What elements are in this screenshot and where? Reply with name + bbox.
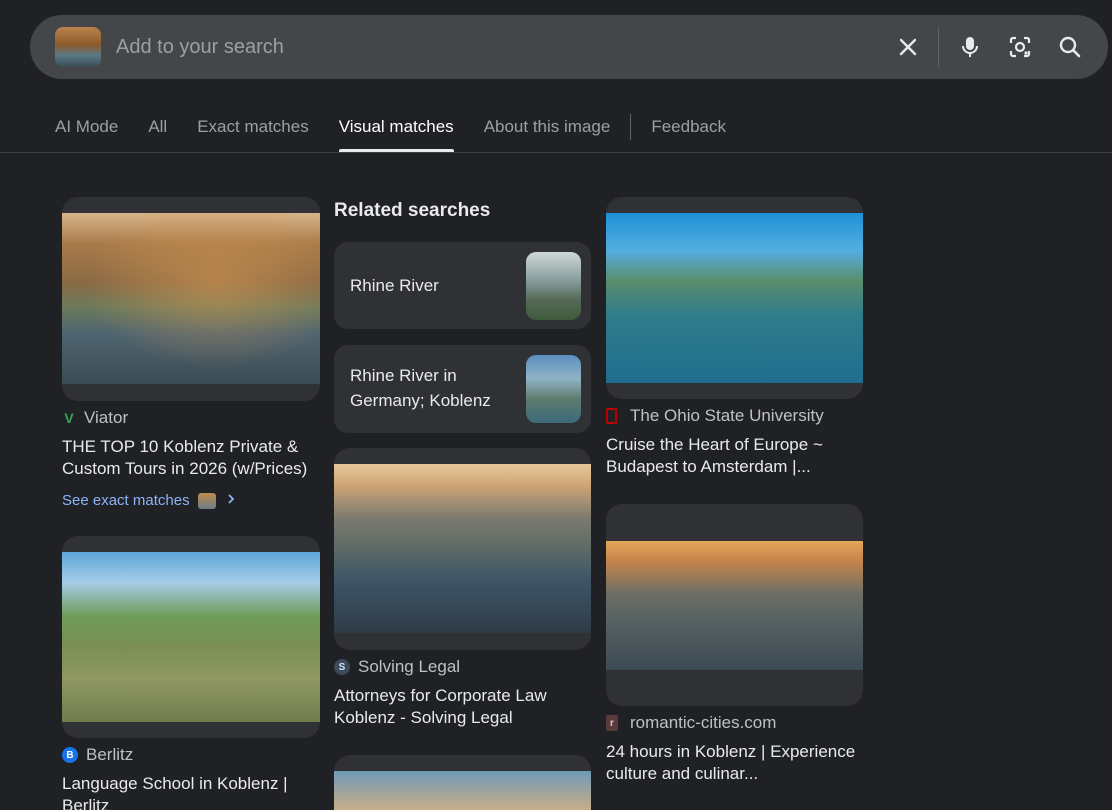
result-source[interactable]: The Ohio State University <box>606 406 863 426</box>
osu-icon <box>606 408 617 424</box>
result-source[interactable]: S Solving Legal <box>334 657 591 677</box>
tab-about-this-image[interactable]: About this image <box>484 104 611 152</box>
exact-match-thumbnail <box>197 492 216 509</box>
result-card[interactable]: r romantic-cities.com 24 hours in Koblen… <box>606 504 863 785</box>
result-title[interactable]: 24 hours in Koblenz | Experience culture… <box>606 741 863 785</box>
related-search-item[interactable]: Rhine River <box>334 242 591 329</box>
tab-feedback[interactable]: Feedback <box>651 104 726 152</box>
result-image-box[interactable] <box>334 448 591 650</box>
result-title[interactable]: THE TOP 10 Koblenz Private & Custom Tour… <box>62 436 320 480</box>
tab-visual-matches[interactable]: Visual matches <box>338 104 454 152</box>
related-search-label: Rhine River in Germany; Koblenz <box>350 366 491 410</box>
tab-all[interactable]: All <box>148 104 167 152</box>
mic-icon[interactable] <box>956 33 984 61</box>
chevron-right-icon <box>226 492 236 509</box>
source-name: Solving Legal <box>358 657 461 676</box>
search-input[interactable] <box>116 35 716 59</box>
result-card[interactable]: The Ohio State University Cruise the Hea… <box>606 197 863 478</box>
berlitz-icon: B <box>62 747 78 763</box>
source-name: romantic-cities.com <box>630 713 777 732</box>
result-title[interactable]: Attorneys for Corporate Law Koblenz - So… <box>334 685 591 729</box>
deutsches-eck-image <box>606 213 863 383</box>
see-exact-label: See exact matches <box>62 492 190 509</box>
source-name: Viator <box>84 408 129 427</box>
result-title[interactable]: Language School in Koblenz | Berlitz <box>62 773 320 810</box>
close-icon[interactable] <box>894 33 922 61</box>
rhine-koblenz-thumbnail <box>526 355 581 423</box>
romantic-cities-icon: r <box>606 715 618 731</box>
rhine-river-thumbnail <box>526 252 581 320</box>
result-source[interactable]: V Viator <box>62 408 320 428</box>
koblenz-dusk-image <box>606 541 863 670</box>
result-card[interactable]: V Viator THE TOP 10 Koblenz Private & Cu… <box>62 197 320 509</box>
koblenz-riverside-image <box>62 552 320 722</box>
koblenz-image <box>334 771 591 810</box>
result-title[interactable]: Cruise the Heart of Europe ~ Budapest to… <box>606 434 863 478</box>
tab-ai-mode[interactable]: AI Mode <box>55 104 118 152</box>
related-search-item[interactable]: Rhine River in Germany; Koblenz <box>334 345 591 433</box>
result-image-box[interactable] <box>334 755 591 810</box>
koblenz-sunset-image <box>334 464 591 633</box>
viator-icon: V <box>64 410 74 426</box>
see-exact-matches-link[interactable]: See exact matches <box>62 492 320 509</box>
source-name: The Ohio State University <box>630 406 824 425</box>
lens-icon[interactable] <box>1006 33 1034 61</box>
result-image-box[interactable] <box>62 197 320 401</box>
tabs-divider <box>0 152 1112 153</box>
result-source[interactable]: r romantic-cities.com <box>606 713 863 733</box>
result-card[interactable]: B Berlitz Language School in Koblenz | B… <box>62 536 320 810</box>
solving-legal-icon: S <box>334 659 350 675</box>
result-image-box[interactable] <box>62 536 320 738</box>
search-bar <box>30 15 1108 79</box>
search-icon[interactable] <box>1056 33 1084 61</box>
search-divider <box>938 27 939 67</box>
result-image-box[interactable] <box>606 504 863 706</box>
koblenz-aerial-image <box>62 213 320 384</box>
related-search-label: Rhine River <box>350 276 439 295</box>
related-searches-heading: Related searches <box>334 200 491 221</box>
tab-separator <box>630 114 632 140</box>
tab-exact-matches[interactable]: Exact matches <box>197 104 309 152</box>
result-card[interactable] <box>334 755 591 810</box>
query-image-thumbnail[interactable] <box>55 27 101 67</box>
result-image-box[interactable] <box>606 197 863 399</box>
source-name: Berlitz <box>86 745 134 764</box>
search-tabs: AI Mode All Exact matches Visual matches… <box>55 104 756 152</box>
result-source[interactable]: B Berlitz <box>62 745 320 765</box>
result-card[interactable]: S Solving Legal Attorneys for Corporate … <box>334 448 591 729</box>
